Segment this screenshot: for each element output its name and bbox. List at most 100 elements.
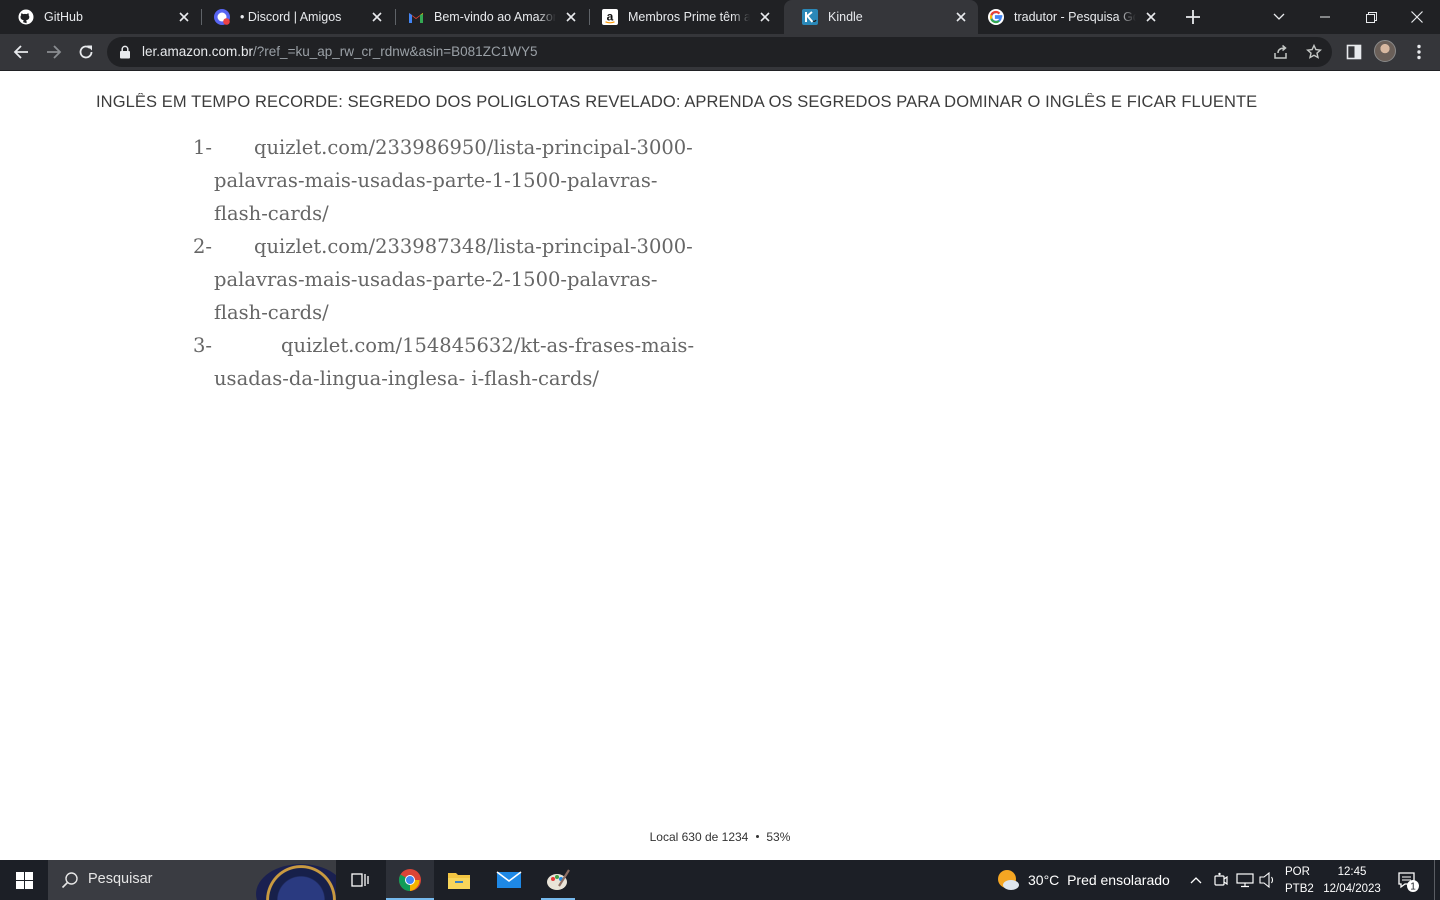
close-icon[interactable] [952, 8, 970, 26]
item-link[interactable]: quizlet.com/233987348/lista-principal-30… [214, 235, 693, 324]
mail-icon [496, 871, 522, 888]
minimize-button[interactable] [1302, 0, 1348, 34]
address-bar[interactable]: ler.amazon.com.br/?ref_=ku_ap_rw_cr_rdnw… [107, 37, 1332, 67]
tab-title: tradutor - Pesquisa Goog [1014, 10, 1136, 24]
plus-icon [1186, 10, 1200, 24]
tab-kindle[interactable]: Kindle [784, 0, 978, 34]
share-icon [1274, 44, 1287, 59]
camera-icon [1214, 872, 1228, 886]
more-vertical-icon [1417, 44, 1421, 60]
share-button[interactable] [1270, 41, 1292, 63]
browser-toolbar: ler.amazon.com.br/?ref_=ku_ap_rw_cr_rdnw… [0, 34, 1440, 71]
item-number: 1- [193, 136, 212, 159]
lock-icon[interactable] [118, 45, 132, 59]
close-window-button[interactable] [1394, 0, 1440, 34]
search-icon [61, 872, 78, 889]
taskbar-chrome[interactable] [386, 860, 434, 900]
item-number: 3- [193, 334, 212, 357]
list-item: 1- quizlet.com/233986950/lista-principal-… [193, 131, 698, 230]
show-desktop-button[interactable] [1434, 860, 1435, 900]
taskbar: Pesquisar 30°C Pred ensolarado POR PTB2 … [0, 860, 1440, 900]
paint-icon [547, 869, 570, 890]
weather-widget[interactable]: 30°C Pred ensolarado [996, 869, 1170, 891]
task-view-button[interactable] [336, 860, 384, 900]
close-icon[interactable] [368, 8, 386, 26]
tab-amazon[interactable]: a Membros Prime têm ace [584, 0, 782, 34]
location-text: Local 630 de 1234 [649, 830, 749, 844]
item-number: 2- [193, 235, 212, 258]
tab-discord[interactable]: • Discord | Amigos [196, 0, 394, 34]
menu-button[interactable] [1405, 38, 1433, 66]
network-icon [1236, 873, 1254, 888]
notification-button[interactable]: 1 [1396, 869, 1420, 893]
start-button[interactable] [0, 860, 48, 900]
chevron-down-icon [1273, 13, 1285, 20]
github-icon [18, 9, 34, 25]
weather-temperature: 30°C [1028, 872, 1060, 888]
tab-title: Kindle [828, 10, 863, 24]
percent-text: 53% [766, 830, 791, 844]
separator-dot [756, 835, 760, 839]
svg-text:a: a [607, 10, 614, 24]
taskbar-mail[interactable] [485, 860, 533, 900]
bookmark-button[interactable] [1303, 41, 1325, 63]
reload-button[interactable] [72, 38, 100, 66]
amazon-icon: a [602, 9, 618, 25]
folder-icon [448, 873, 470, 889]
tray-volume-button[interactable] [1258, 870, 1278, 890]
forward-button[interactable] [40, 38, 68, 66]
tab-google[interactable]: tradutor - Pesquisa Goog [970, 0, 1168, 34]
tray-network-button[interactable] [1235, 870, 1255, 890]
kindle-reader: INGLÊS EM TEMPO RECORDE: SEGREDO DOS POL… [0, 71, 1440, 860]
weather-sun-icon [996, 868, 1020, 892]
restore-button[interactable] [1348, 0, 1394, 34]
tab-title: GitHub [44, 10, 83, 24]
avatar[interactable] [1374, 40, 1396, 62]
close-icon[interactable] [175, 8, 193, 26]
reload-icon [79, 45, 93, 59]
url-text: ler.amazon.com.br/?ref_=ku_ap_rw_cr_rdnw… [142, 44, 537, 59]
reading-progress: Local 630 de 1234 53% [0, 830, 1440, 844]
windows-icon [15, 871, 33, 889]
notification-icon: 1 [1398, 872, 1419, 893]
tray-meet-button[interactable] [1211, 870, 1231, 890]
close-icon[interactable] [756, 8, 774, 26]
tab-title: Bem-vindo ao Amazon P [434, 10, 556, 24]
google-icon [988, 9, 1004, 25]
item-link[interactable]: quizlet.com/233986950/lista-principal-30… [214, 136, 693, 225]
close-icon[interactable] [1142, 8, 1160, 26]
tab-search-button[interactable] [1256, 0, 1302, 34]
gmail-icon [408, 9, 424, 25]
url-path: /?ref_=ku_ap_rw_cr_rdnw&asin=B081ZC1WY5 [253, 44, 538, 59]
speaker-icon [1259, 872, 1274, 888]
input-language[interactable]: POR PTB2 [1285, 864, 1314, 898]
notification-count: 1 [1410, 882, 1416, 893]
task-view-icon [351, 873, 369, 887]
taskbar-search[interactable]: Pesquisar [48, 860, 336, 900]
close-icon [1411, 11, 1423, 23]
taskbar-paint[interactable] [534, 860, 582, 900]
restore-icon [1365, 11, 1377, 23]
close-icon[interactable] [562, 8, 580, 26]
tab-github[interactable]: GitHub [0, 0, 201, 34]
star-icon [1306, 44, 1322, 59]
minimize-icon [1320, 16, 1330, 18]
clock-time: 12:45 [1337, 866, 1367, 878]
clock[interactable]: 12:45 12/04/2023 [1318, 864, 1386, 898]
list-item: 3- quizlet.com/154845632/kt-as-frases-mai… [193, 329, 698, 395]
page-content: 1- quizlet.com/233986950/lista-principal-… [193, 131, 698, 395]
tray-overflow-button[interactable] [1186, 870, 1206, 890]
tab-gmail[interactable]: Bem-vindo ao Amazon P [390, 0, 588, 34]
search-placeholder: Pesquisar [88, 871, 153, 887]
back-arrow-icon [13, 45, 28, 59]
chrome-icon [399, 869, 421, 891]
back-button[interactable] [7, 38, 35, 66]
side-panel-button[interactable] [1340, 38, 1368, 66]
list-item: 2- quizlet.com/233987348/lista-principal-… [193, 230, 698, 329]
chevron-up-icon [1190, 877, 1202, 884]
forward-arrow-icon [47, 45, 62, 59]
item-link[interactable]: quizlet.com/154845632/kt-as-frases-mais-… [214, 334, 694, 390]
keyboard-layout: PTB2 [1285, 883, 1314, 895]
new-tab-button[interactable] [1180, 5, 1206, 29]
taskbar-file-explorer[interactable] [435, 860, 483, 900]
